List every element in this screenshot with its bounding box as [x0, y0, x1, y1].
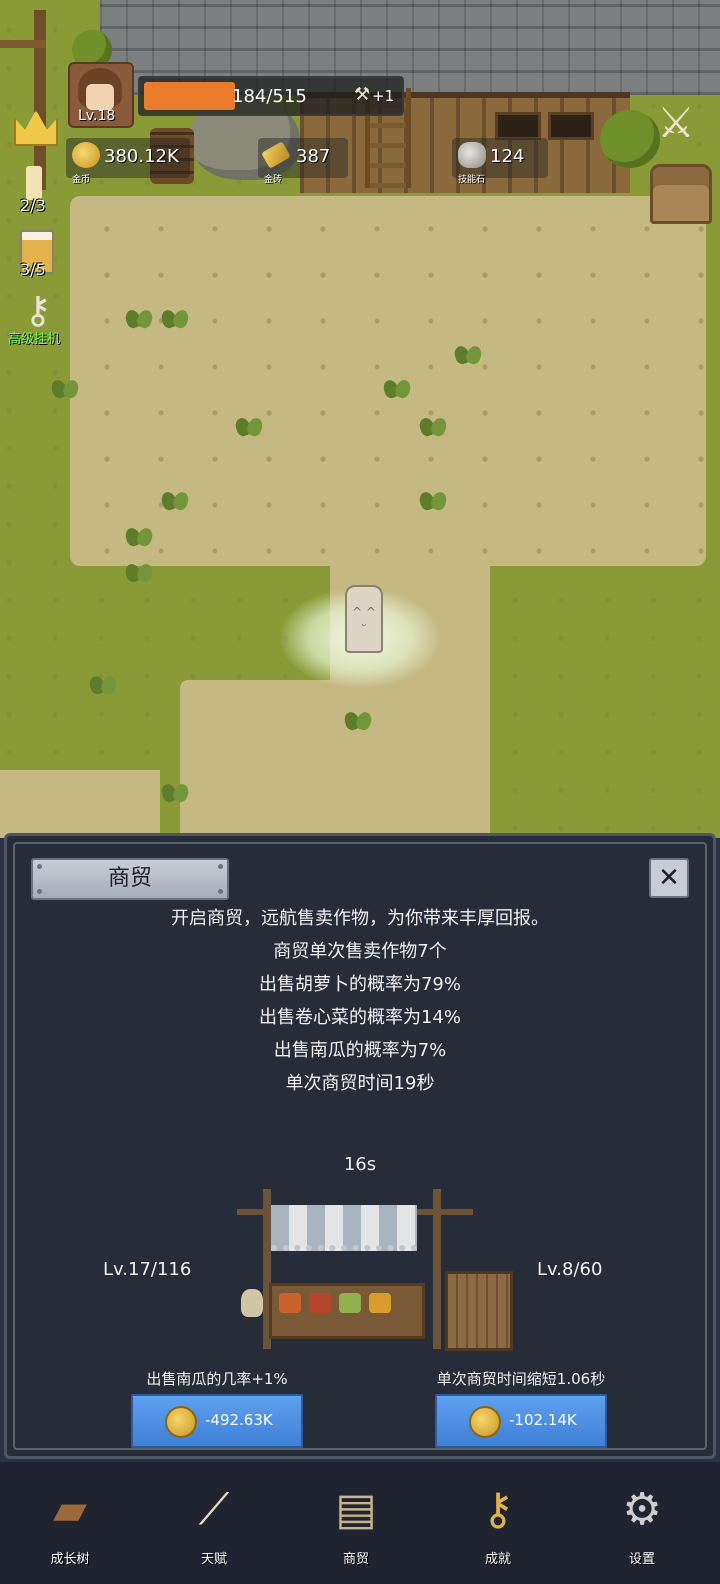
- upgrade-cost: -492.63K: [205, 1411, 273, 1429]
- desc-line: 出售胡萝卜的概率为79%: [258, 974, 461, 995]
- crop-sprout[interactable]: [126, 560, 152, 582]
- player-level: Lv.18: [78, 108, 116, 124]
- crop-sprout[interactable]: [90, 672, 116, 694]
- nav-label: 成就: [484, 1552, 511, 1567]
- skill-stone-icon: [458, 142, 486, 168]
- xp-fill: [144, 82, 235, 110]
- candle-icon: [26, 166, 42, 200]
- desc-line: 出售南瓜的概率为7%: [273, 1040, 447, 1061]
- crop-sprout[interactable]: [52, 376, 78, 398]
- panel-title: 商贸: [31, 858, 229, 900]
- bottom-nav: ▰ 成长树 ⟋ 天赋 ▤ 商贸 ⚷ 成就 ⚙ 设置: [0, 1462, 720, 1584]
- desc-line: 出售卷心菜的概率为14%: [258, 1007, 461, 1028]
- xp-text: 184/515: [232, 86, 307, 107]
- key-icon: ⚷: [481, 1484, 515, 1535]
- crop-sprout[interactable]: [236, 414, 262, 436]
- barn-window: [495, 112, 541, 140]
- avatar-face: [86, 84, 114, 110]
- treasure-chest-icon[interactable]: [650, 164, 712, 224]
- crop-sprout[interactable]: [420, 414, 446, 436]
- dirt-field: [0, 770, 160, 838]
- bone-tool-icon[interactable]: ⚔: [648, 98, 704, 154]
- gold-coin-icon: [72, 142, 100, 168]
- desc-line: 商贸单次售卖作物7个: [273, 941, 447, 962]
- nav-trade[interactable]: ▤ 商贸: [306, 1472, 406, 1576]
- nav-label: 成长树: [50, 1552, 90, 1567]
- book-icon: ▰: [53, 1484, 87, 1535]
- farm-scene: ^ ^ ᵕ Lv.18 184/515 ⚒ +1 380.12K 金币 387 金…: [0, 0, 720, 838]
- desc-line: 开启商贸，远航售卖作物，为你带来丰厚回报。: [171, 908, 549, 929]
- stone-face-icon: ^ ^ ᵕ: [352, 605, 376, 633]
- sack-icon: [241, 1289, 263, 1317]
- panel-frame: 商贸 ✕ 开启商贸，远航售卖作物，为你带来丰厚回报。 商贸单次售卖作物7个 出售…: [13, 842, 707, 1450]
- close-icon: ✕: [658, 863, 680, 893]
- gear-icon: ⚙: [622, 1484, 662, 1535]
- skill-stone-counter[interactable]: 124 技能石: [452, 138, 548, 185]
- dirt-field: [180, 680, 490, 838]
- market-stall: [233, 1189, 519, 1351]
- right-upgrade-desc: 单次商贸时间缩短1.06秒: [436, 1370, 606, 1388]
- cabbage-crate: [339, 1293, 361, 1313]
- trade-time-upgrade-button[interactable]: -102.14K: [435, 1394, 607, 1448]
- wooden-crate: [445, 1271, 513, 1351]
- nav-talent[interactable]: ⟋ 天赋: [164, 1472, 264, 1576]
- nav-achievement[interactable]: ⚷ 成就: [448, 1472, 548, 1576]
- trade-panel: 商贸 ✕ 开启商贸，远航售卖作物，为你带来丰厚回报。 商贸单次售卖作物7个 出售…: [4, 833, 716, 1459]
- crop-sprout[interactable]: [126, 524, 152, 546]
- gold-bar-counter[interactable]: 387 金砖: [258, 138, 348, 185]
- fence-rail: [0, 40, 46, 48]
- crown-icon: [14, 110, 58, 146]
- gold-coin-icon: [469, 1406, 501, 1438]
- gold-counter[interactable]: 380.12K 金币: [66, 138, 190, 185]
- crop-sprout[interactable]: [162, 780, 188, 802]
- gold-value: 380.12K: [104, 146, 179, 167]
- skill-stone-value: 124: [490, 146, 525, 167]
- bone-icon: ⚒: [354, 84, 371, 105]
- desc-line: 单次商贸时间19秒: [285, 1073, 435, 1094]
- stall-awning: [271, 1205, 417, 1251]
- key-icon: ⚷: [24, 288, 52, 332]
- nav-label: 设置: [628, 1552, 655, 1567]
- candle-count: 2/3: [20, 196, 46, 215]
- crop-sprout[interactable]: [126, 306, 152, 328]
- nav-settings[interactable]: ⚙ 设置: [592, 1472, 692, 1576]
- xp-bonus: +1: [372, 87, 395, 105]
- skill-stone-label: 技能石: [458, 175, 486, 185]
- crop-sprout[interactable]: [162, 306, 188, 328]
- left-upgrade-level: Lv.17/116: [103, 1259, 192, 1280]
- nav-label: 商贸: [342, 1552, 369, 1567]
- crop-sprout[interactable]: [384, 376, 410, 398]
- tomato-crate: [309, 1293, 331, 1313]
- beer-count: 3/5: [20, 260, 46, 279]
- crop-sprout[interactable]: [162, 488, 188, 510]
- gold-bar-icon: [261, 141, 291, 169]
- gold-bar-value: 387: [296, 146, 331, 167]
- gold-coin-icon: [165, 1406, 197, 1438]
- carrot-crate: [279, 1293, 301, 1313]
- nav-growth-tree[interactable]: ▰ 成长树: [20, 1472, 120, 1576]
- idle-label[interactable]: 高级挂机: [8, 328, 60, 347]
- crop-sprout[interactable]: [455, 342, 481, 364]
- close-button[interactable]: ✕: [649, 858, 689, 898]
- barn-window: [548, 112, 594, 140]
- gold-bar-label: 金砖: [264, 175, 283, 185]
- panel-title-text: 商贸: [107, 866, 152, 891]
- crop-sprout[interactable]: [345, 708, 371, 730]
- left-upgrade-desc: 出售南瓜的几率+1%: [146, 1370, 288, 1388]
- crop-sprout[interactable]: [420, 488, 446, 510]
- candle-button[interactable]: 2/3: [10, 160, 64, 220]
- crown-button[interactable]: [10, 104, 64, 150]
- upgrade-cost: -102.14K: [509, 1411, 577, 1429]
- nav-label: 天赋: [200, 1552, 227, 1567]
- pumpkin-crate: [369, 1293, 391, 1313]
- trade-timer: 16s: [343, 1154, 377, 1175]
- scroll-icon: ⟋: [198, 1484, 230, 1535]
- map-icon: ▤: [335, 1484, 377, 1535]
- pumpkin-rate-upgrade-button[interactable]: -492.63K: [131, 1394, 303, 1448]
- gold-label: 金币: [72, 175, 91, 185]
- spirit-stone[interactable]: ^ ^ ᵕ: [345, 585, 383, 653]
- right-upgrade-level: Lv.8/60: [537, 1259, 603, 1280]
